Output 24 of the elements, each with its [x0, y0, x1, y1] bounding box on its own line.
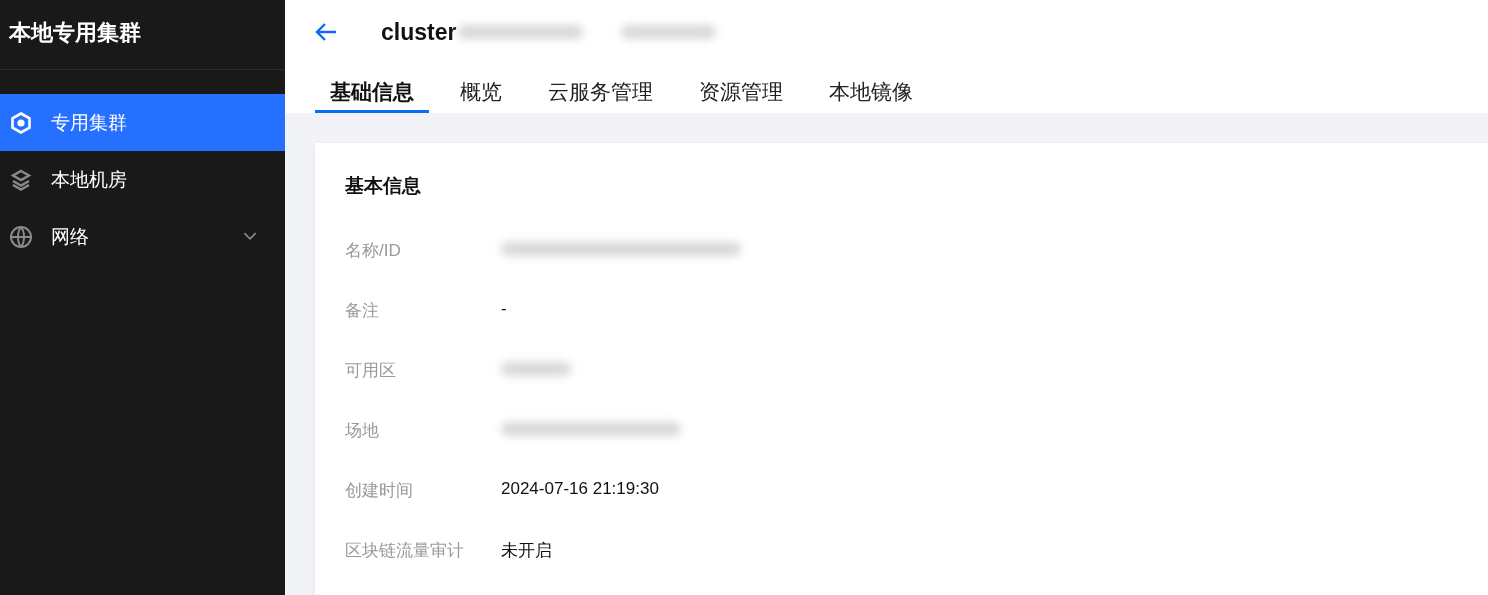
globe-icon: [9, 224, 33, 249]
sidebar-item[interactable]: 本地机房: [0, 151, 285, 208]
field-label: 场地: [345, 420, 380, 442]
layers-icon: [9, 167, 33, 192]
sidebar-item[interactable]: 专用集群: [0, 94, 285, 151]
redacted-value: [501, 362, 571, 376]
field-label: 创建时间: [345, 480, 414, 502]
tab[interactable]: 基础信息: [315, 64, 429, 113]
tab[interactable]: 资源管理: [684, 64, 798, 113]
field-label: 可用区: [345, 360, 397, 382]
back-arrow-icon[interactable]: [315, 22, 337, 42]
field-label: 备注: [345, 300, 380, 322]
field-value: 2024-07-16 21:19:30: [501, 479, 659, 499]
field-value: -: [501, 299, 507, 319]
hexagon-icon: [9, 110, 33, 135]
field-label: 区块链流量审计: [345, 540, 465, 562]
tab[interactable]: 概览: [445, 64, 517, 113]
page-title: cluster: [381, 18, 457, 46]
sidebar-item[interactable]: 网络: [0, 208, 285, 265]
tab[interactable]: 云服务管理: [533, 64, 668, 113]
tab[interactable]: 本地镜像: [814, 64, 928, 113]
card-title: 基本信息: [345, 174, 422, 198]
field-label: 名称/ID: [345, 240, 402, 262]
field-value: 未开启: [501, 540, 552, 562]
